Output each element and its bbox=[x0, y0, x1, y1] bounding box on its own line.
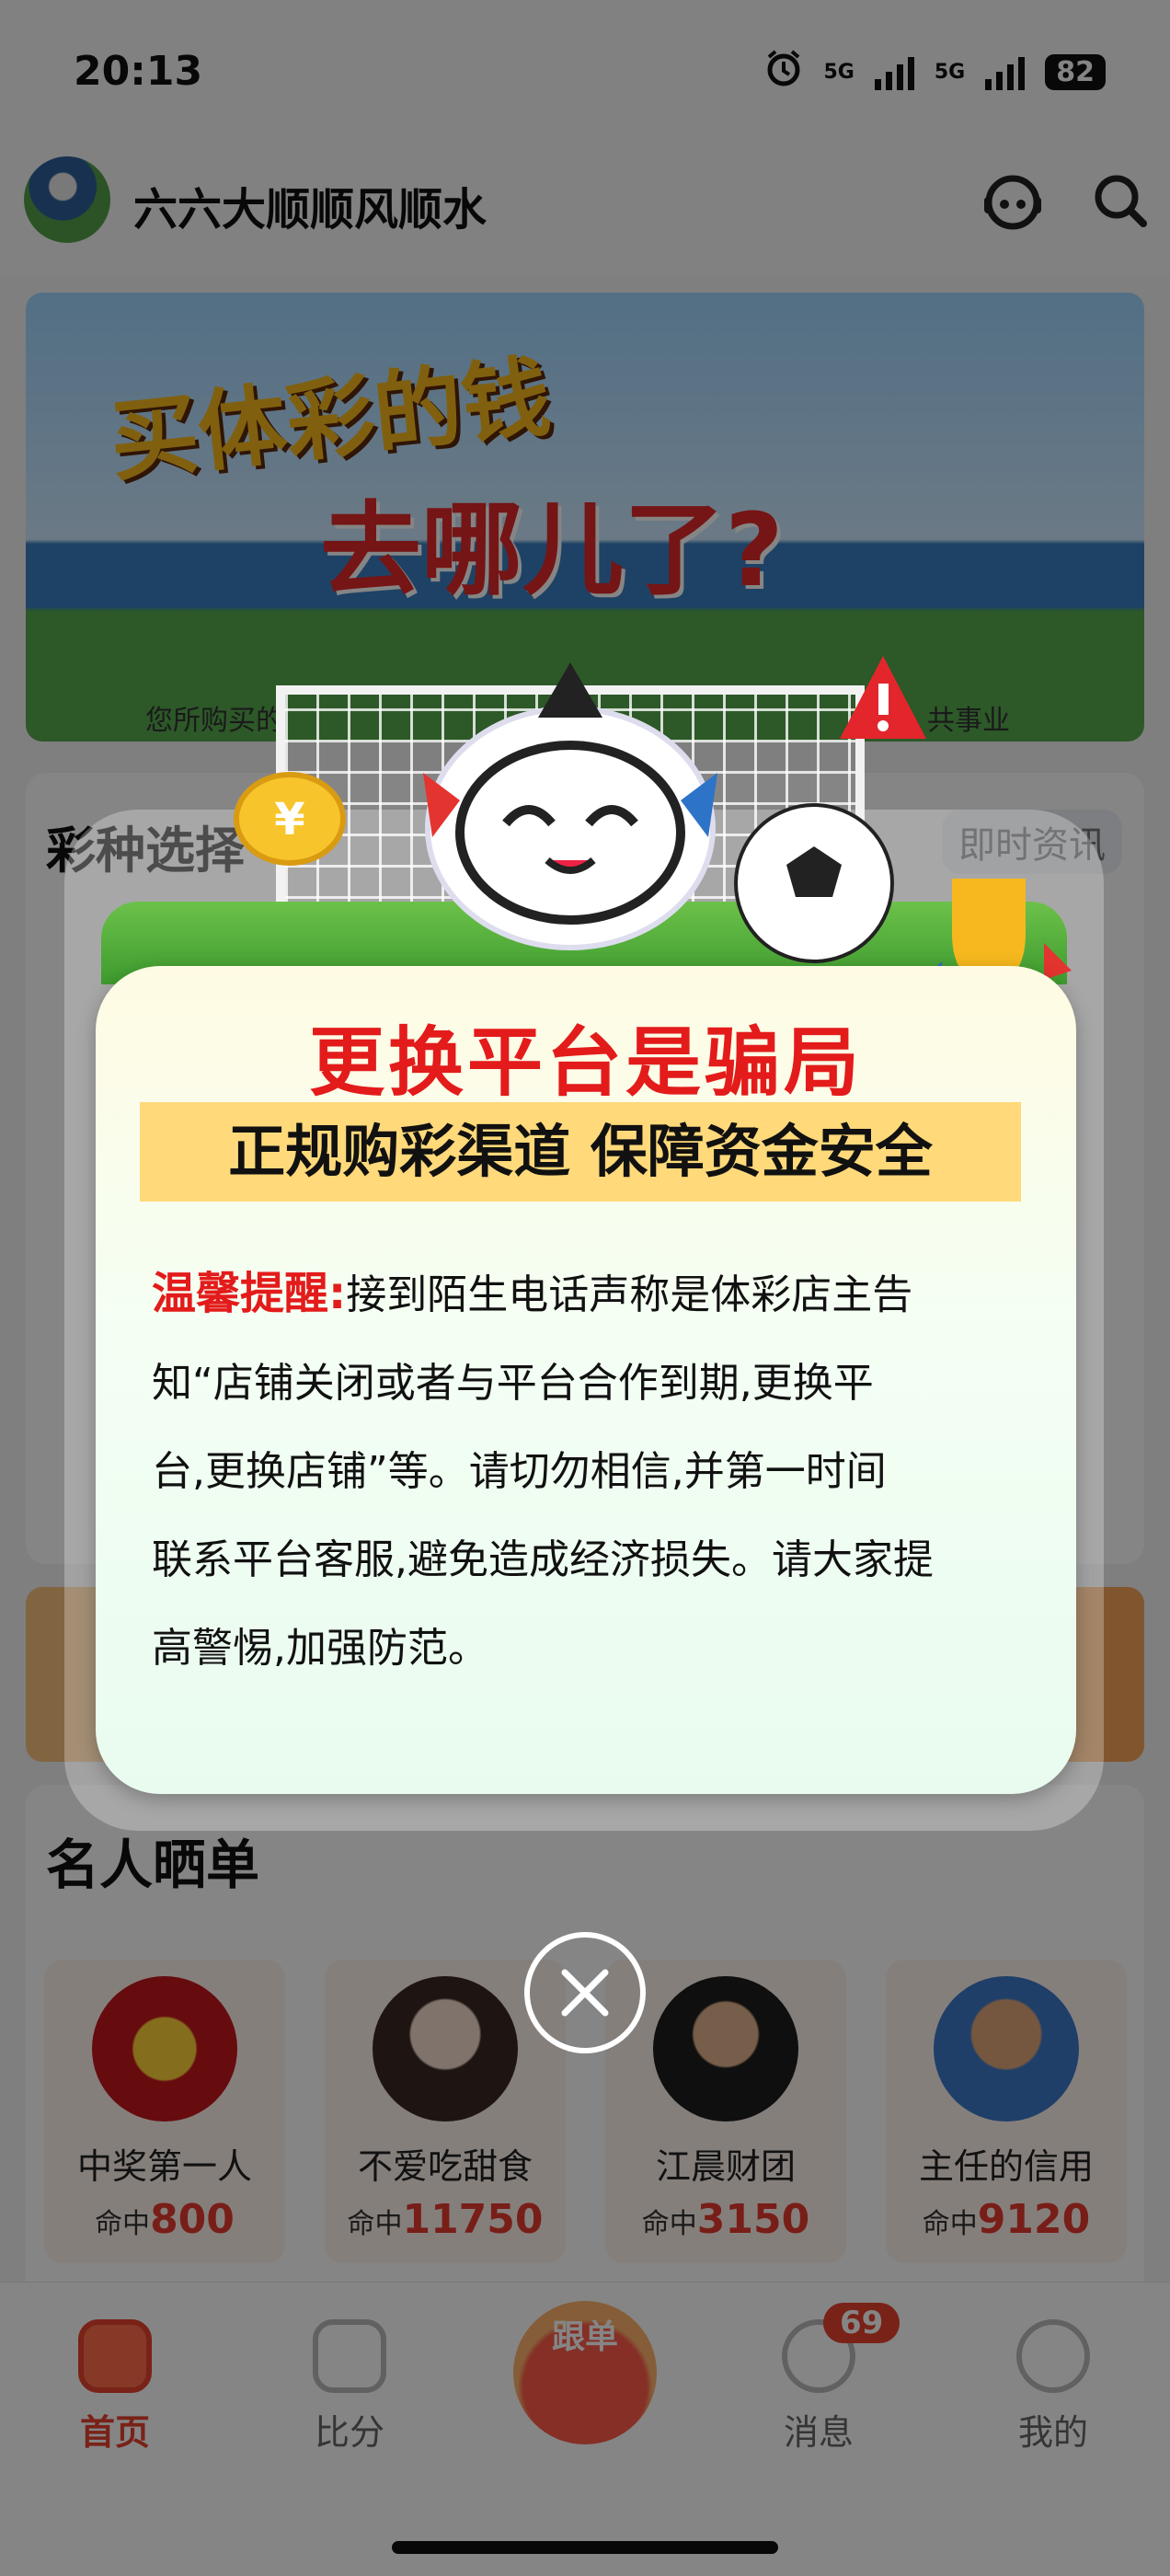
modal-body-line: 高警惕,加强防范。 bbox=[152, 1625, 488, 1672]
modal-body-line: 温馨提醒:接到陌生电话声称是体彩店主告 bbox=[152, 1249, 1026, 1340]
coin-icon: ¥ bbox=[234, 772, 346, 866]
warning-label: 温馨提醒: bbox=[152, 1268, 347, 1319]
close-icon bbox=[561, 1969, 609, 2017]
modal-body-line: 知“店铺关闭或者与平台合作到期,更换平 bbox=[152, 1360, 874, 1407]
warning-icon bbox=[840, 656, 926, 739]
modal-body-line: 台,更换店铺”等。请切勿相信,并第一时间 bbox=[152, 1448, 887, 1495]
modal-subtitle: 正规购彩渠道 保障资金安全 bbox=[140, 1102, 1021, 1202]
modal-body-line: 联系平台客服,避免造成经济损失。请大家提 bbox=[152, 1536, 934, 1583]
modal-body: 温馨提醒:接到陌生电话声称是体彩店主告 知“店铺关闭或者与平台合作到期,更换平 … bbox=[152, 1249, 1026, 1693]
body-text: 接到陌生电话声称是体彩店主告 bbox=[346, 1271, 913, 1318]
modal-title: 更换平台是骗局 bbox=[308, 1019, 863, 1107]
modal-close-button[interactable] bbox=[524, 1932, 646, 2053]
svg-text:¥: ¥ bbox=[274, 794, 304, 845]
